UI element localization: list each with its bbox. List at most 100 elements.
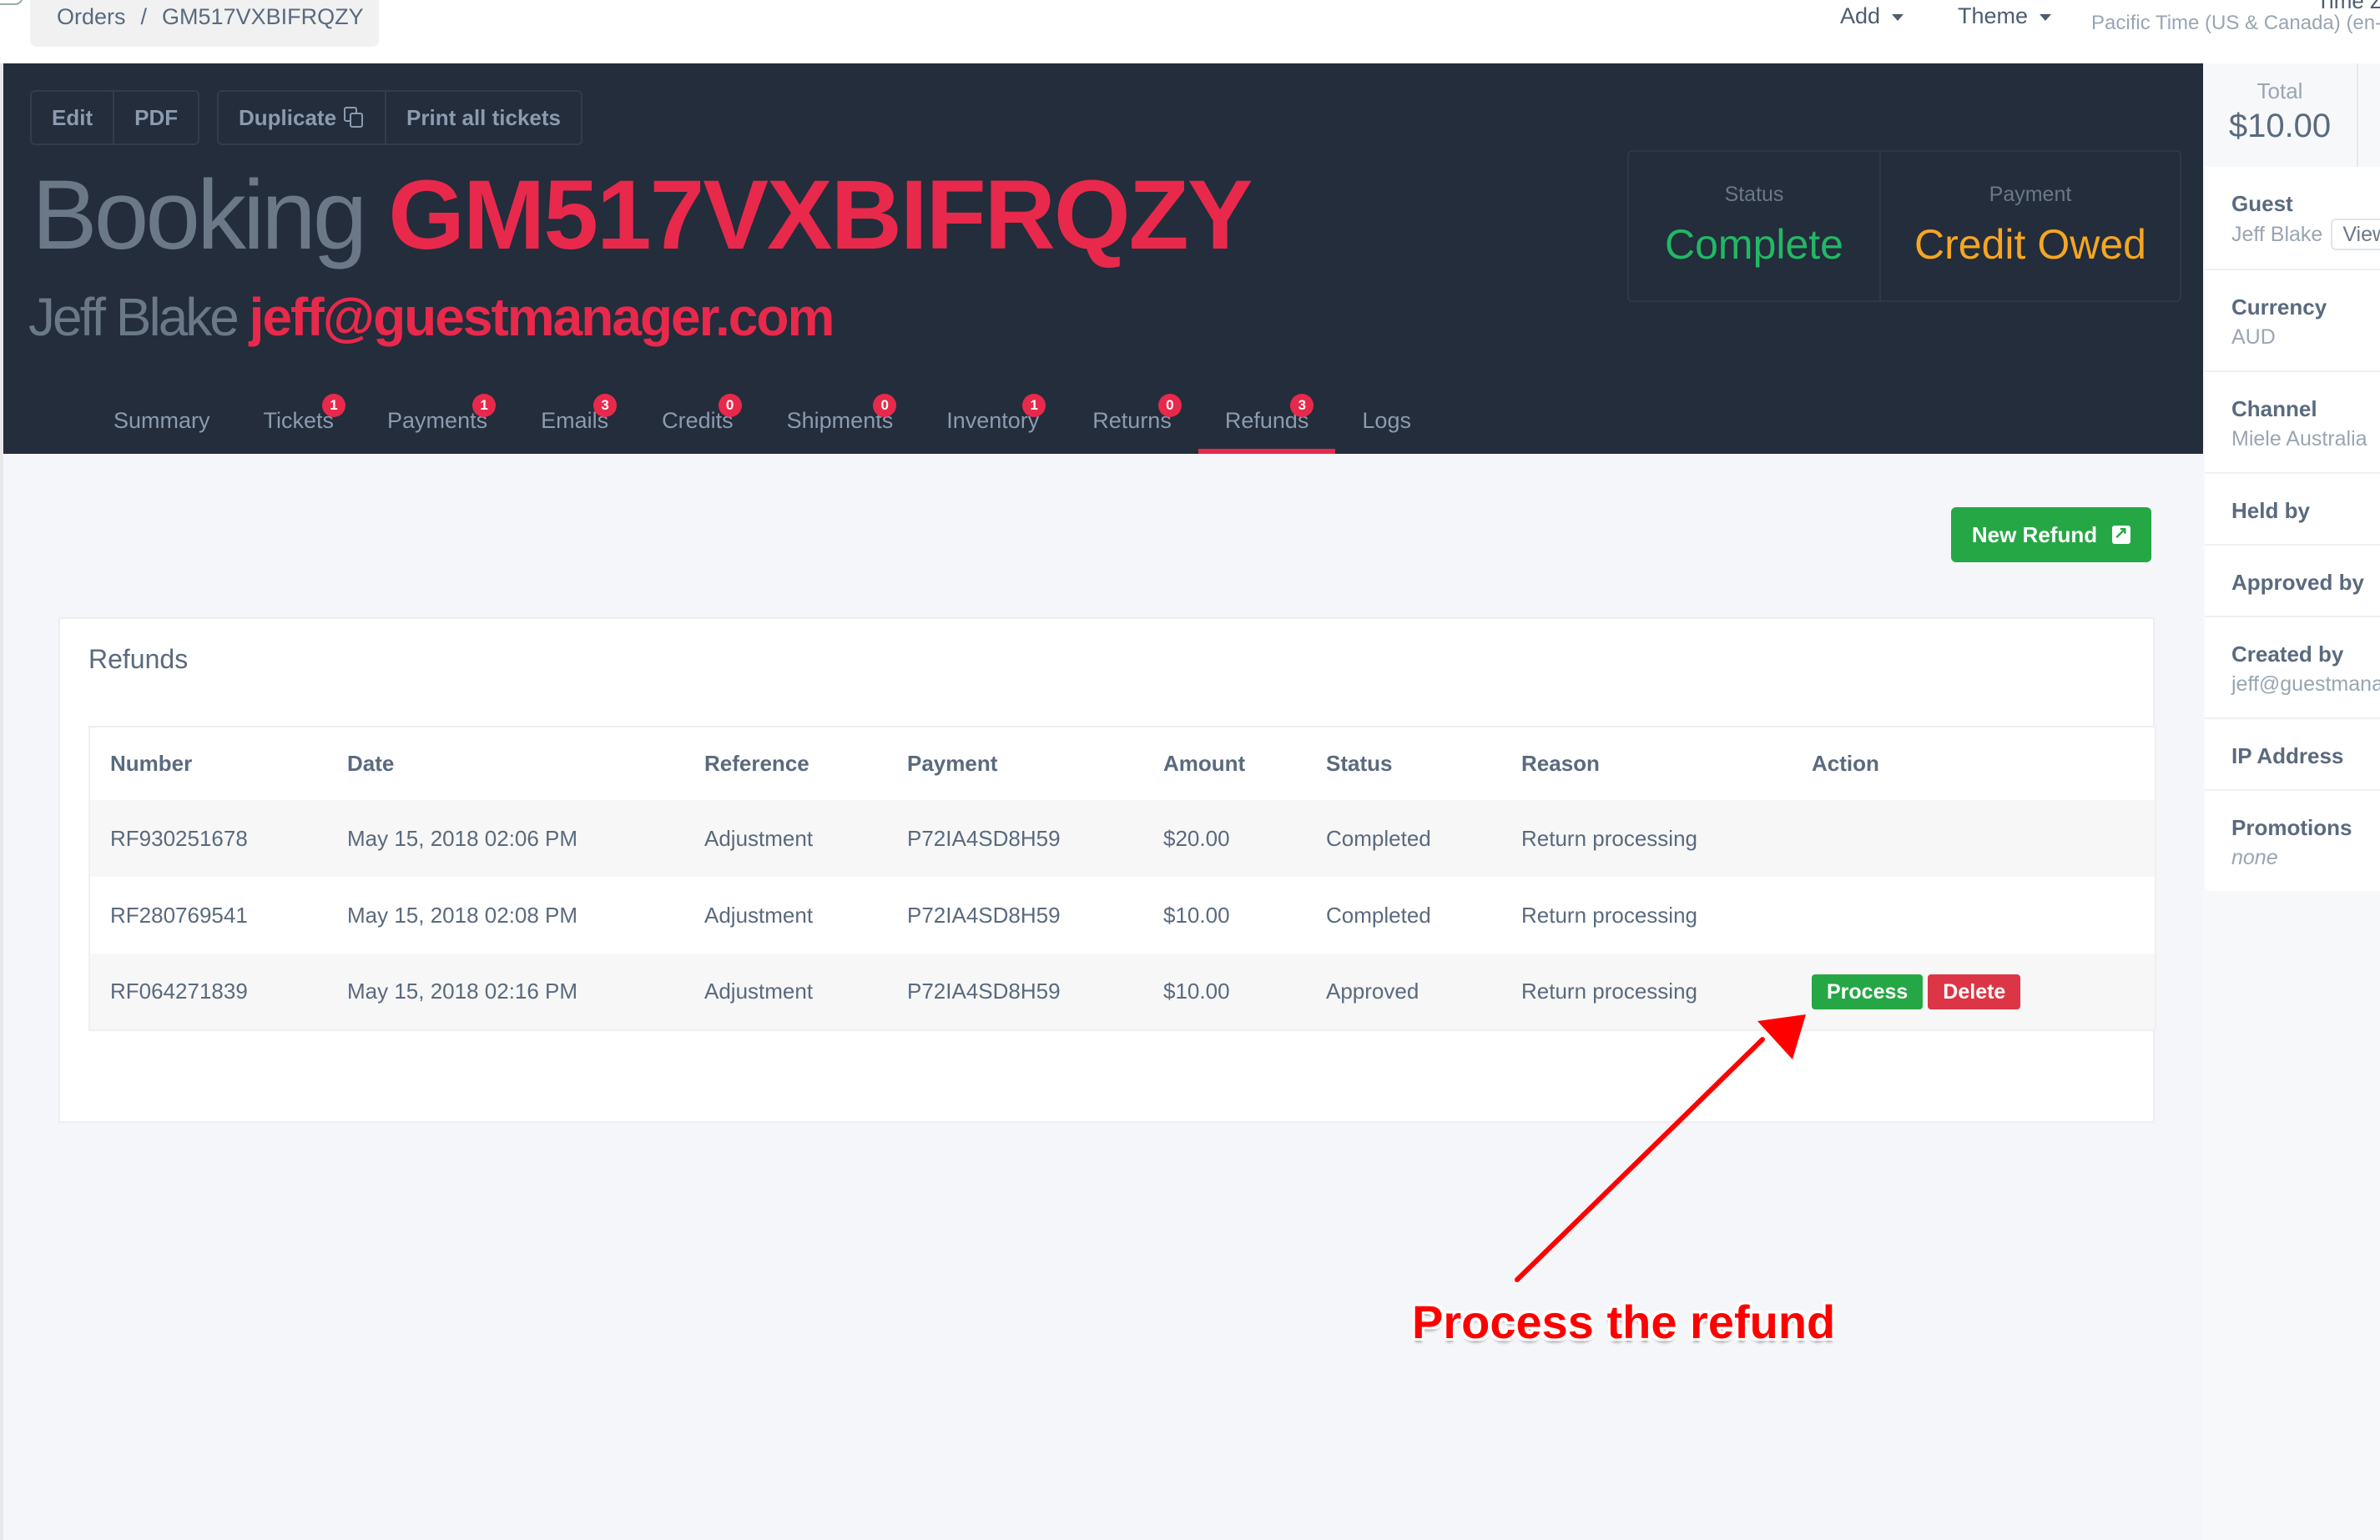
status-payment-box: Status Complete Payment Credit Owed	[1627, 150, 2181, 302]
refund-status: Completed	[1306, 877, 1501, 954]
tab-shipments[interactable]: Shipments 0	[760, 387, 920, 454]
print-all-tickets-button[interactable]: Print all tickets	[386, 92, 581, 143]
total-panel: Total $10.00	[2203, 63, 2358, 167]
pdf-button[interactable]: PDF	[114, 92, 198, 143]
tab-label: Payments	[387, 408, 488, 433]
tab-inventory[interactable]: Inventory 1	[920, 387, 1066, 454]
column-header: Payment	[887, 727, 1143, 800]
refund-reason: Return processing	[1501, 877, 1792, 954]
breadcrumb-orders-link[interactable]: Orders	[57, 4, 126, 29]
external-link-icon	[2112, 522, 2131, 544]
booking-code: GM517VXBIFRQZY	[388, 160, 1253, 270]
detail-key: Channel	[2231, 396, 2317, 421]
booking-label: Booking	[32, 160, 367, 270]
detail-value: jeff@guestmanager.com	[2231, 672, 2380, 696]
refunds-card-title: Refunds	[88, 644, 189, 674]
column-header: Reference	[684, 727, 887, 800]
refund-payment: P72IA4SD8H59	[887, 800, 1143, 877]
detail-ip-address: IP Address	[2205, 719, 2380, 791]
tab-tickets[interactable]: Tickets 1	[237, 387, 361, 454]
guest-name: Jeff Blake	[28, 287, 240, 347]
refund-reference: Adjustment	[684, 800, 887, 877]
column-header: Status	[1306, 727, 1501, 800]
add-menu[interactable]: Add	[1840, 0, 1904, 32]
annotation-text: Process the refund	[1412, 1296, 1836, 1348]
detail-key: Guest	[2231, 191, 2293, 216]
detail-key: Approved by	[2231, 570, 2364, 595]
refund-actions	[1792, 877, 2156, 954]
tab-returns[interactable]: Returns 0	[1066, 387, 1198, 454]
new-refund-label: New Refund	[1971, 521, 2098, 547]
tab-logs[interactable]: Logs	[1335, 387, 1438, 454]
refund-status: Completed	[1306, 800, 1501, 877]
refund-payment: P72IA4SD8H59	[887, 954, 1143, 1030]
theme-menu[interactable]: Theme	[1958, 0, 2052, 32]
booking-header: Edit PDF Duplicate Print all tickets Boo…	[3, 63, 2203, 454]
count-badge: 3	[1290, 394, 1314, 417]
booking-tabs: Summary Tickets 1 Payments 1 Emails 3 Credi…	[87, 387, 1438, 454]
column-header: Number	[89, 727, 327, 800]
refund-number: RF280769541	[89, 877, 327, 954]
count-badge: 0	[718, 394, 742, 417]
detail-key: Currency	[2231, 294, 2327, 320]
detail-value: AUD	[2231, 325, 2276, 349]
refund-actions: Process Delete	[1792, 954, 2156, 1030]
payment-cell: Payment Credit Owed	[1881, 152, 2180, 300]
refund-reference: Adjustment	[684, 877, 887, 954]
edit-button[interactable]: Edit	[32, 92, 115, 143]
refund-status: Approved	[1306, 954, 1501, 1030]
delete-button[interactable]: Delete	[1928, 974, 2021, 1009]
refund-date: May 15, 2018 02:06 PM	[327, 800, 684, 877]
add-menu-label: Add	[1840, 3, 1881, 28]
booking-title: Booking GM517VXBIFRQZY	[32, 157, 1253, 274]
status-value: Complete	[1665, 221, 1843, 268]
count-badge: 0	[1157, 394, 1182, 417]
refund-number: RF930251678	[89, 800, 327, 877]
count-badge: 3	[593, 394, 618, 417]
detail-key: Held by	[2231, 498, 2310, 523]
detail-guest: Guest Jeff Blake View	[2205, 167, 2380, 270]
table-row: RF064271839 May 15, 2018 02:16 PM Adjust…	[89, 954, 2156, 1030]
refund-payment: P72IA4SD8H59	[887, 877, 1143, 954]
breadcrumb: Orders / GM517VXBIFRQZY	[30, 0, 379, 47]
refund-reference: Adjustment	[684, 954, 887, 1030]
tab-label: Summary	[113, 408, 210, 433]
column-header: Reason	[1501, 727, 1792, 800]
duplicate-button-label: Duplicate	[239, 105, 337, 130]
refund-amount: $10.00	[1143, 877, 1306, 954]
new-refund-button[interactable]: New Refund	[1951, 507, 2151, 562]
tab-payments[interactable]: Payments 1	[361, 387, 514, 454]
table-row: RF930251678 May 15, 2018 02:06 PM Adjust…	[89, 800, 2156, 877]
order-sidebar: Total $10.00 Guest Jeff Blake View Curren…	[2203, 63, 2380, 1540]
process-button[interactable]: Process	[1812, 974, 1924, 1009]
total-value: $10.00	[2228, 108, 2332, 144]
table-header-row: Number Date Reference Payment Amount Sta…	[89, 727, 2156, 800]
refund-date: May 15, 2018 02:16 PM	[327, 954, 684, 1030]
refund-number: RF064271839	[89, 954, 327, 1030]
tab-label: Logs	[1362, 408, 1411, 433]
window-corner	[0, 0, 23, 5]
guest-line: Jeff Blake jeff@guestmanager.com	[28, 284, 835, 350]
detail-value: none	[2231, 846, 2278, 869]
column-header: Date	[327, 727, 684, 800]
status-cell: Status Complete	[1629, 152, 1881, 300]
view-guest-button[interactable]: View	[2331, 219, 2380, 250]
tab-refunds[interactable]: Refunds 3	[1198, 387, 1336, 454]
order-details-list: Guest Jeff Blake View Currency AUD Channe…	[2205, 167, 2380, 891]
guest-email-link[interactable]: jeff@guestmanager.com	[250, 287, 835, 347]
refund-amount: $20.00	[1143, 800, 1306, 877]
timezone-value[interactable]: Pacific Time (US & Canada) (en-	[2091, 12, 2380, 35]
column-header: Action	[1792, 727, 2156, 800]
detail-value: Miele Australia	[2231, 427, 2367, 450]
caret-down-icon	[2040, 13, 2052, 21]
count-badge: 1	[472, 394, 497, 417]
detail-created-by: Created by jeff@guestmanager.com	[2205, 617, 2380, 719]
print-all-tickets-label: Print all tickets	[406, 105, 561, 130]
tab-credits[interactable]: Credits 0	[635, 387, 760, 454]
tab-summary[interactable]: Summary	[87, 387, 237, 454]
duplicate-button[interactable]: Duplicate	[219, 92, 387, 143]
table-row: RF280769541 May 15, 2018 02:08 PM Adjust…	[89, 877, 2156, 954]
caret-down-icon	[1892, 13, 1904, 21]
tab-emails[interactable]: Emails 3	[514, 387, 635, 454]
detail-currency: Currency AUD	[2205, 270, 2380, 372]
